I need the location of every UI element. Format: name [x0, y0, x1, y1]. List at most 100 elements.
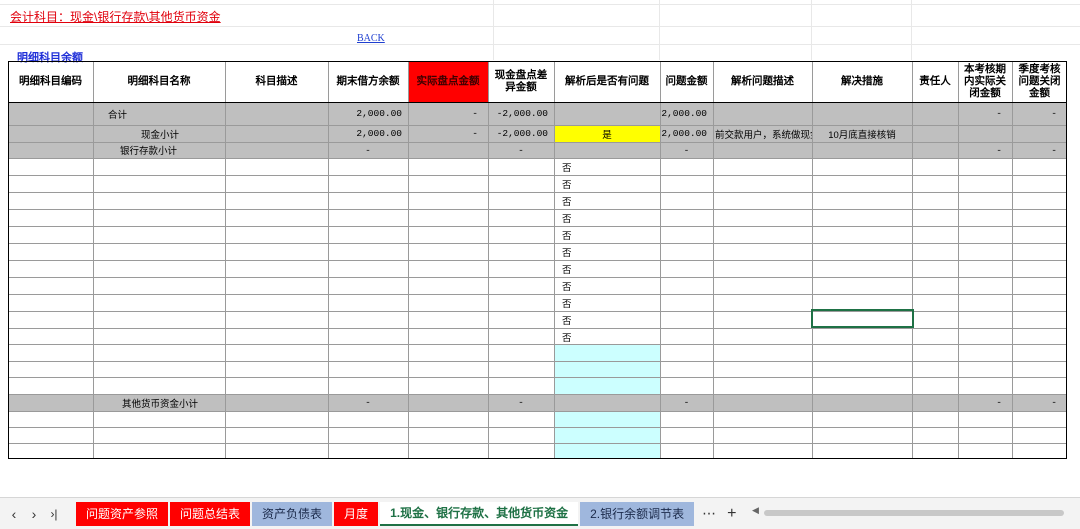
- header-solution: 解决措施: [841, 75, 883, 87]
- tab-bank-reconciliation[interactable]: 2.银行余额调节表: [580, 501, 695, 526]
- has-issue-cell[interactable]: 否: [562, 260, 652, 277]
- has-issue-cell[interactable]: 否: [562, 158, 652, 175]
- has-issue-cell[interactable]: 否: [562, 243, 652, 260]
- cash-issue-desc[interactable]: 前交款用户，系统做现金: [714, 125, 812, 142]
- row-divider: [8, 209, 1067, 210]
- has-issue-cell[interactable]: 否: [562, 175, 652, 192]
- total-label[interactable]: 合计: [108, 102, 208, 125]
- spreadsheet-area[interactable]: 会计科目：现金\银行存款\其他货币资金 BACK 明细科目余额 明细科目编码 明…: [0, 0, 1080, 497]
- row-divider: [8, 142, 1067, 143]
- tab-issue-summary[interactable]: 问题总结表: [170, 501, 251, 526]
- bank-end-balance[interactable]: -: [328, 142, 408, 158]
- add-sheet-icon[interactable]: +: [727, 505, 736, 523]
- more-sheets-icon[interactable]: ⋯: [702, 505, 717, 522]
- has-issue-cell[interactable]: 否: [562, 226, 652, 243]
- prev-sheet-icon[interactable]: ‹: [4, 502, 24, 526]
- gridline: [811, 0, 812, 60]
- row-divider: [8, 226, 1067, 227]
- total-actual-count[interactable]: -: [408, 102, 488, 125]
- cash-has-issue[interactable]: 是: [554, 125, 660, 142]
- bank-quarter-closed[interactable]: -: [1012, 142, 1067, 158]
- sheet-tab-bar: ‹ › ›| 问题资产参照 问题总结表 资产负债表 月度 1.现金、银行存款、其…: [0, 497, 1080, 529]
- total-issue-amount[interactable]: 2,000.00: [660, 102, 713, 125]
- next-sheet-icon[interactable]: ›: [24, 502, 44, 526]
- cash-issue-amount[interactable]: 2,000.00: [660, 125, 713, 142]
- other-period-closed[interactable]: -: [958, 394, 1012, 411]
- gridline: [0, 26, 1080, 27]
- row-divider: [8, 361, 1067, 362]
- gridline: [493, 0, 494, 60]
- row-divider: [8, 243, 1067, 244]
- cash-end-balance[interactable]: 2,000.00: [328, 125, 408, 142]
- bank-diff[interactable]: -: [488, 142, 554, 158]
- header-issue-amount: 问题金额: [665, 75, 708, 87]
- other-quarter-closed[interactable]: -: [1012, 394, 1067, 411]
- has-issue-cell[interactable]: 否: [562, 192, 652, 209]
- other-label[interactable]: 其他货币资金小计: [122, 394, 232, 411]
- input-area[interactable]: [554, 344, 660, 394]
- row-divider: [8, 311, 1067, 312]
- scroll-left-icon[interactable]: ◀: [752, 505, 759, 516]
- bank-period-closed[interactable]: -: [958, 142, 1012, 158]
- row-divider: [8, 344, 1067, 345]
- balance-table: 明细科目编码 明细科目名称 科目描述 期末借方余额 实际盘点金额 现金盘点差异金…: [8, 61, 1067, 459]
- header-owner: 责任人: [919, 75, 951, 87]
- row-divider: [8, 443, 1067, 444]
- total-diff[interactable]: -2,000.00: [488, 102, 554, 125]
- gridline: [659, 0, 660, 60]
- cash-actual-count[interactable]: -: [408, 125, 488, 142]
- cash-label[interactable]: 现金小计: [141, 125, 231, 142]
- tab-issue-asset-ref[interactable]: 问题资产参照: [76, 501, 169, 526]
- row-divider: [8, 125, 1067, 126]
- header-end-balance: 期末借方余额: [336, 75, 400, 87]
- total-end-balance[interactable]: 2,000.00: [328, 102, 408, 125]
- account-title: 会计科目：现金\银行存款\其他货币资金: [10, 10, 221, 24]
- other-diff[interactable]: -: [488, 394, 554, 411]
- tab-monthly[interactable]: 月度: [334, 501, 379, 526]
- bank-label[interactable]: 银行存款小计: [120, 142, 220, 158]
- input-area[interactable]: [554, 411, 660, 459]
- row-divider: [8, 377, 1067, 378]
- header-code: 明细科目编码: [19, 75, 82, 87]
- other-end-balance[interactable]: -: [328, 394, 408, 411]
- header-quarter-closed: 季度考核问题关闭金额: [1018, 63, 1061, 99]
- row-divider: [8, 102, 1067, 103]
- header-actual-count: 实际盘点金额: [408, 61, 488, 102]
- row-divider: [8, 427, 1067, 428]
- row-divider: [8, 260, 1067, 261]
- bank-issue-amount[interactable]: -: [660, 142, 713, 158]
- header-desc: 科目描述: [255, 75, 298, 87]
- gridline: [0, 44, 1080, 45]
- last-sheet-icon[interactable]: ›|: [44, 502, 64, 526]
- cash-diff[interactable]: -2,000.00: [488, 125, 554, 142]
- header-has-issue: 解析后是否有问题: [565, 75, 649, 87]
- scrollbar-thumb[interactable]: [764, 510, 1064, 516]
- tab-balance-sheet[interactable]: 资产负债表: [252, 501, 333, 526]
- cash-solution[interactable]: 10月底直接核销: [812, 125, 912, 142]
- header-period-closed: 本考核期内实际关闭金额: [964, 63, 1006, 99]
- tab-cash-bank[interactable]: 1.现金、银行存款、其他货币资金: [380, 501, 579, 526]
- row-divider: [8, 294, 1067, 295]
- row-divider: [8, 328, 1067, 329]
- gridline: [0, 4, 1080, 5]
- other-issue-amount[interactable]: -: [660, 394, 713, 411]
- has-issue-cell[interactable]: 否: [562, 328, 652, 345]
- row-divider: [8, 192, 1067, 193]
- row-divider: [8, 175, 1067, 176]
- has-issue-cell[interactable]: 否: [562, 277, 652, 294]
- row-divider: [8, 394, 1067, 395]
- has-issue-cell[interactable]: 否: [562, 294, 652, 311]
- total-period-closed[interactable]: -: [958, 102, 1012, 125]
- horizontal-scrollbar[interactable]: ◀: [752, 505, 1070, 518]
- back-link[interactable]: BACK: [357, 33, 385, 44]
- has-issue-cell[interactable]: 否: [562, 311, 652, 328]
- header-diff: 现金盘点差异金额: [494, 69, 548, 93]
- header-issue-desc: 解析问题描述: [731, 75, 794, 87]
- header-name: 明细科目名称: [127, 75, 191, 87]
- gridline: [911, 0, 912, 60]
- has-issue-cell[interactable]: 否: [562, 209, 652, 226]
- row-divider: [8, 158, 1067, 159]
- total-quarter-closed[interactable]: -: [1012, 102, 1067, 125]
- row-divider: [8, 277, 1067, 278]
- row-divider: [8, 411, 1067, 412]
